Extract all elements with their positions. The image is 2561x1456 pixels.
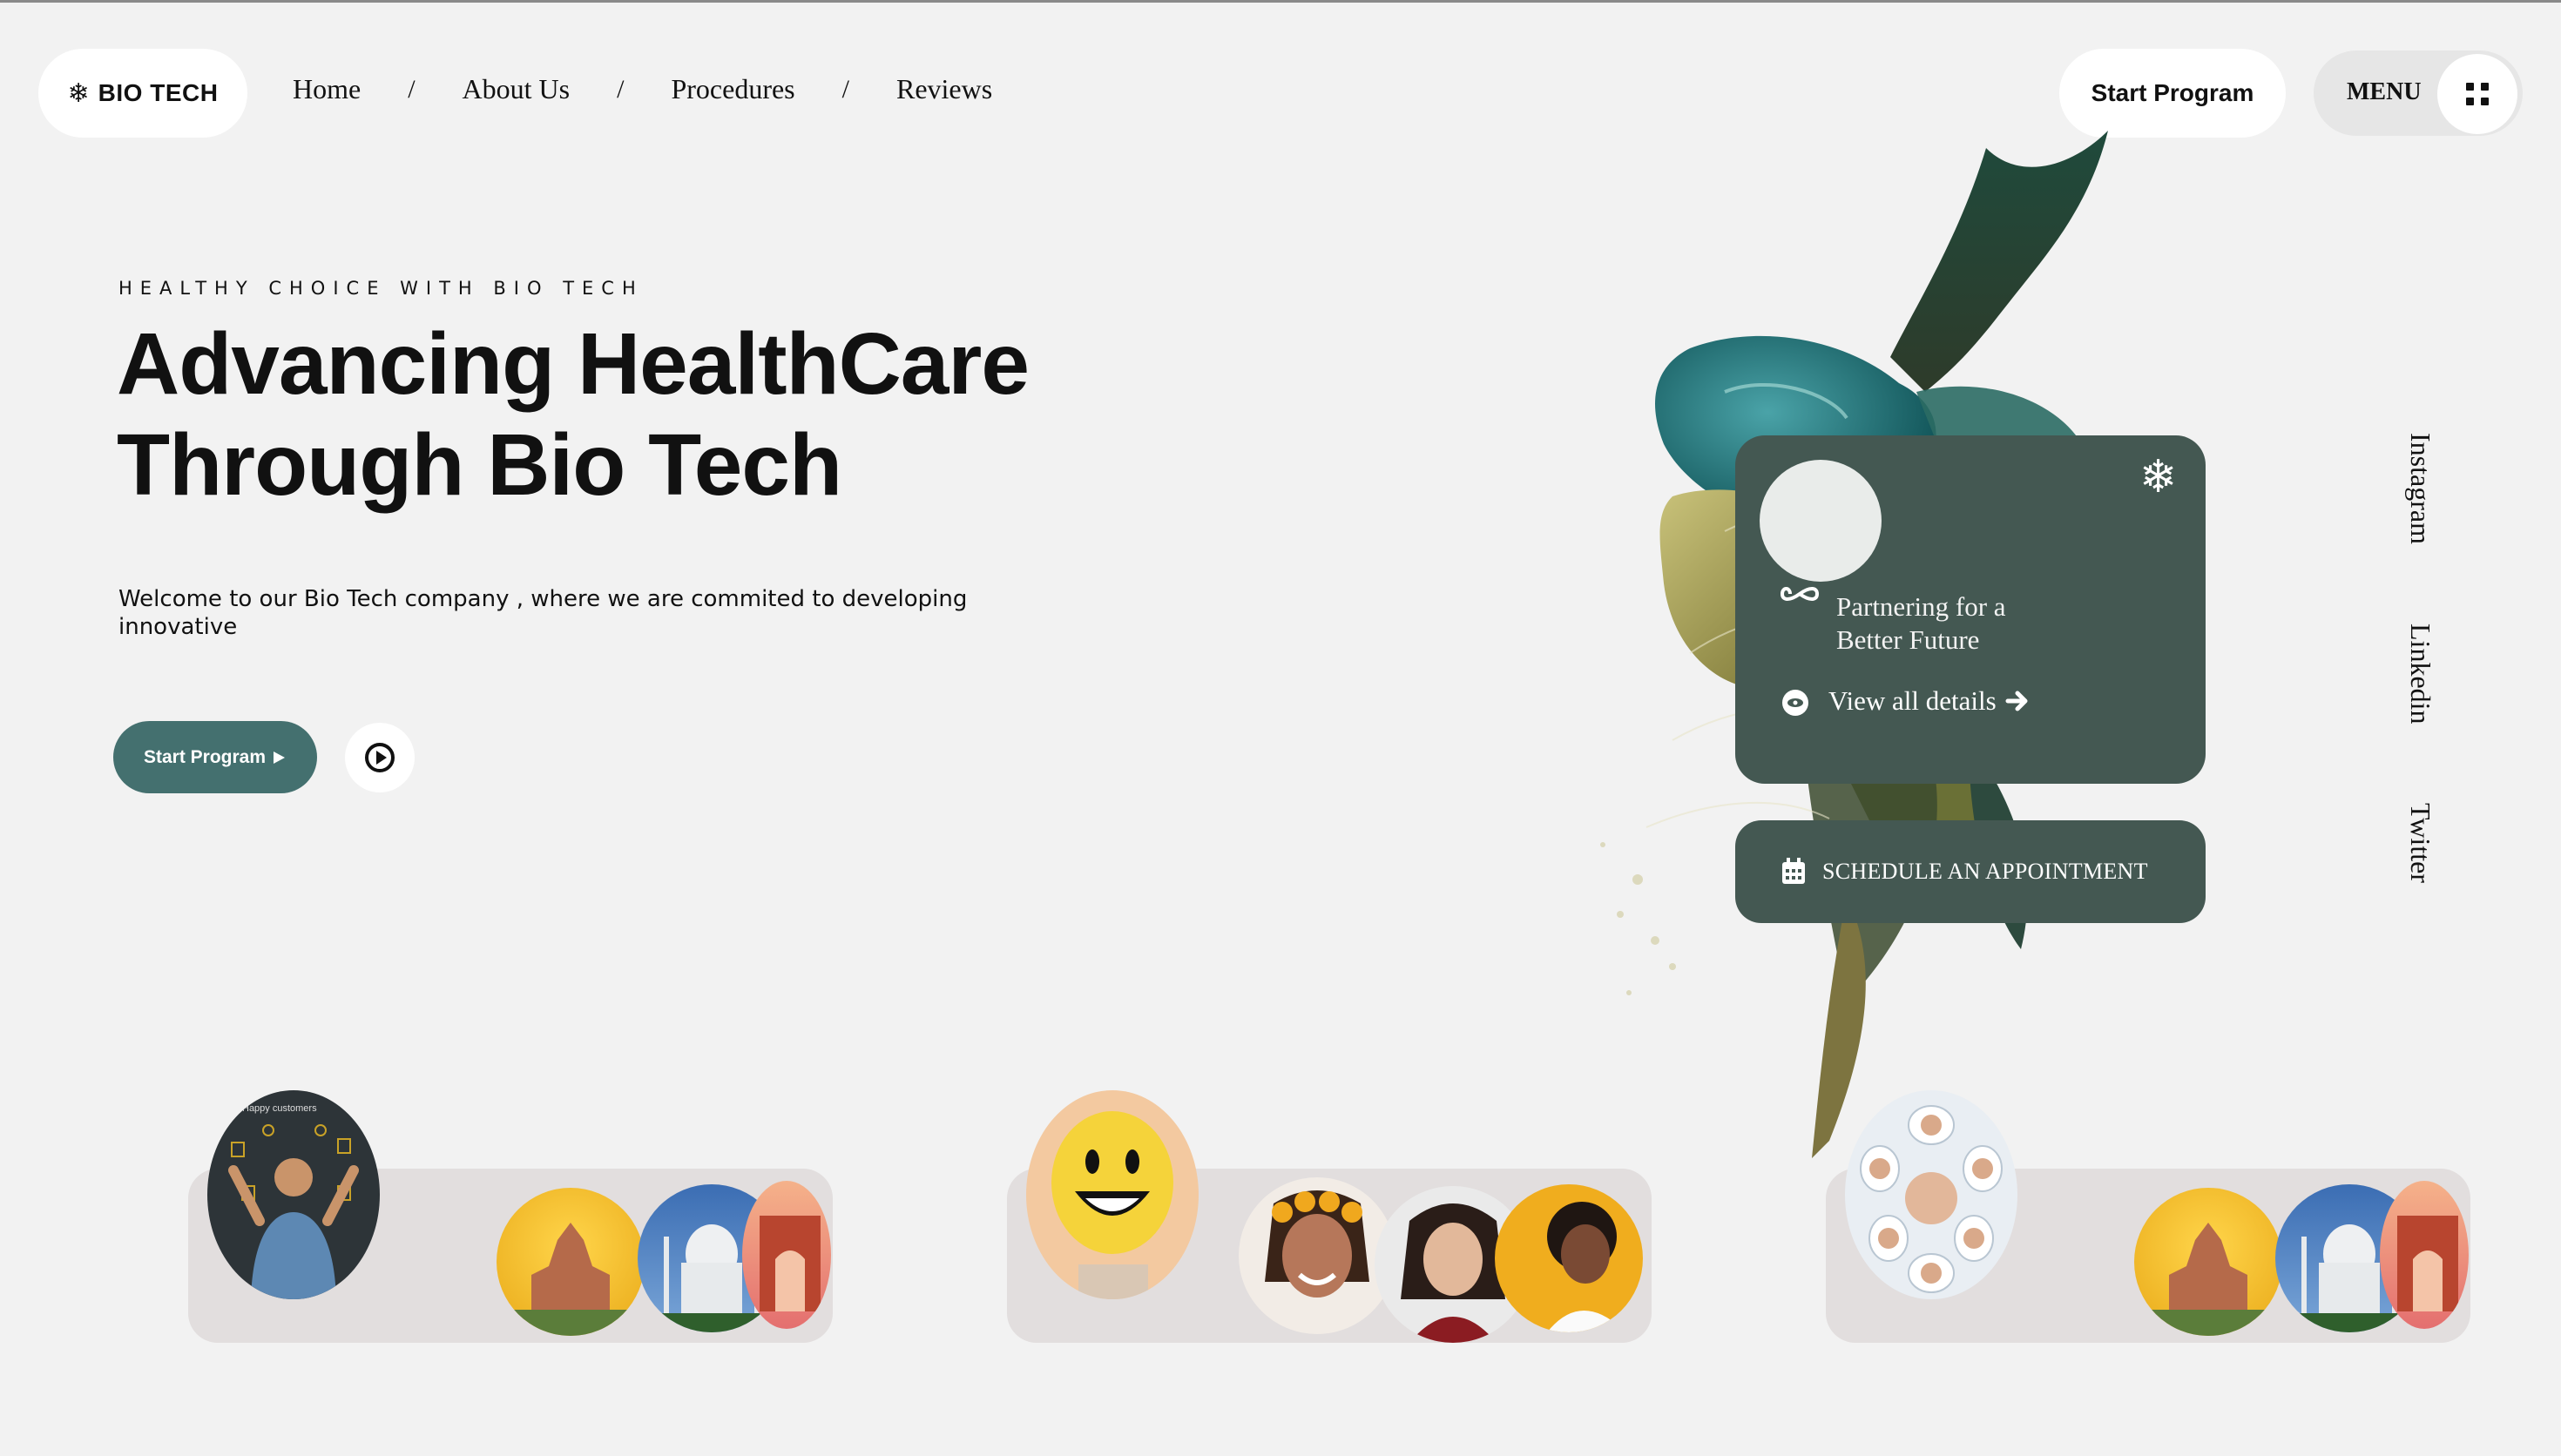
hero-headline: Advancing HealthCare Through Bio Tech bbox=[117, 313, 1030, 516]
snowflake-icon: ❄ bbox=[67, 78, 90, 109]
view-all-details-label: View all details bbox=[1828, 685, 1997, 716]
arrow-right-icon bbox=[2005, 691, 2028, 711]
main-nav: Home / About Us / Procedures / Reviews bbox=[293, 73, 992, 105]
play-video-button[interactable] bbox=[345, 723, 415, 792]
snowflake-icon: ❄ bbox=[2139, 451, 2178, 503]
nav-separator: / bbox=[841, 74, 849, 104]
nav-home[interactable]: Home bbox=[293, 73, 361, 105]
social-linkedin[interactable]: Linkedin bbox=[2404, 624, 2436, 725]
brand-logo[interactable]: ❄ BIO TECH bbox=[38, 49, 247, 138]
india-gate-photo bbox=[2380, 1181, 2469, 1329]
social-instagram[interactable]: Instagram bbox=[2404, 433, 2436, 544]
view-all-details-link[interactable]: View all details bbox=[1828, 685, 2030, 717]
hero-eyebrow: HEALTHY CHOICE WITH BIO TECH bbox=[118, 278, 644, 299]
play-triangle-icon bbox=[274, 751, 286, 764]
woman-flowers-photo bbox=[1239, 1177, 1395, 1334]
nav-about-us[interactable]: About Us bbox=[463, 73, 571, 105]
start-program-button[interactable]: Start Program bbox=[113, 721, 317, 793]
team-hands-photo bbox=[1845, 1090, 2017, 1299]
happy-customer-photo: Happy customers bbox=[207, 1090, 380, 1299]
partner-text: Partnering for a Better Future bbox=[1836, 591, 2006, 655]
top-border bbox=[0, 0, 2561, 3]
nav-reviews[interactable]: Reviews bbox=[896, 73, 992, 105]
play-circle-icon bbox=[365, 743, 395, 772]
schedule-appointment-button[interactable]: SCHEDULE AN APPOINTMENT bbox=[1735, 820, 2206, 923]
curly-hair-woman-photo bbox=[1495, 1184, 1643, 1332]
happy-customers-caption: Happy customers bbox=[242, 1103, 317, 1114]
partner-card: ❄ Partnering for a Better Future View al… bbox=[1735, 435, 2206, 784]
menu-label: MENU bbox=[2347, 78, 2422, 105]
headline-line-2: Through Bio Tech bbox=[117, 416, 842, 514]
schedule-appointment-label: SCHEDULE AN APPOINTMENT bbox=[1822, 859, 2148, 884]
menu-button[interactable]: MENU bbox=[2314, 51, 2523, 136]
partner-avatar bbox=[1760, 460, 1882, 582]
india-gate-photo bbox=[742, 1181, 831, 1329]
temple-photo bbox=[2134, 1188, 2282, 1336]
brand-name: BIO TECH bbox=[98, 79, 219, 106]
grid-dots-icon[interactable] bbox=[2437, 54, 2517, 134]
headline-line-1: Advancing HealthCare bbox=[117, 315, 1030, 413]
smiley-balloon-photo bbox=[1026, 1090, 1199, 1299]
start-program-label: Start Program bbox=[143, 746, 267, 767]
eye-icon bbox=[1782, 690, 1808, 716]
nav-separator: / bbox=[617, 74, 625, 104]
infinity-icon bbox=[1781, 587, 1819, 601]
calendar-icon bbox=[1782, 858, 1805, 884]
social-twitter[interactable]: Twitter bbox=[2404, 803, 2436, 883]
nav-separator: / bbox=[408, 74, 416, 104]
temple-photo bbox=[497, 1188, 645, 1336]
nav-procedures[interactable]: Procedures bbox=[671, 73, 794, 105]
hero-welcome-text: Welcome to our Bio Tech company , where … bbox=[118, 586, 968, 640]
start-program-header-button[interactable]: Start Program bbox=[2059, 49, 2286, 138]
